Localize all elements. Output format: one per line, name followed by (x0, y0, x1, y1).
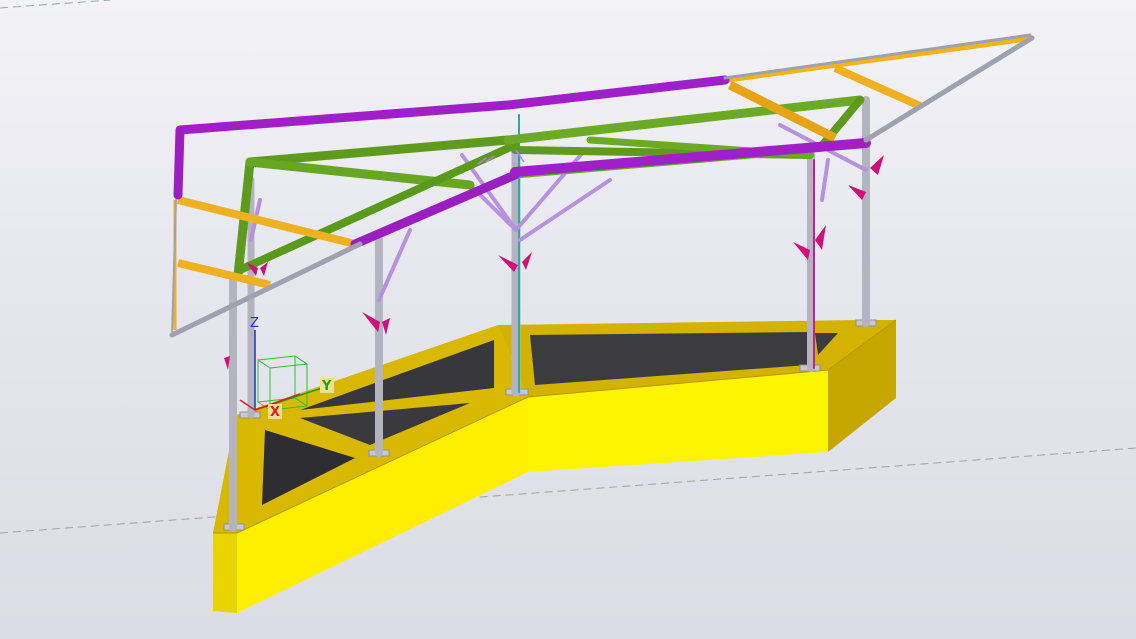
y-axis-label: Y (321, 379, 332, 394)
foundation-left-outer-face (213, 533, 237, 613)
purlin-left-upper[interactable] (177, 196, 356, 248)
model-viewport[interactable]: X Y Z (0, 0, 1136, 639)
brace[interactable] (377, 228, 412, 302)
roof-edge-left-drop[interactable] (174, 126, 184, 199)
bracket[interactable] (382, 318, 390, 335)
green-rafters[interactable] (233, 95, 865, 280)
concrete-foundation[interactable] (213, 319, 897, 613)
bracket[interactable] (815, 225, 826, 250)
x-axis-label: X (270, 405, 280, 420)
brace[interactable] (820, 158, 830, 202)
3d-scene[interactable]: X Y Z (0, 0, 1136, 639)
z-axis-label: Z (250, 316, 259, 331)
bracket[interactable] (522, 252, 532, 270)
grid-line-top (0, 0, 111, 9)
purlin-right-top[interactable] (724, 35, 1031, 83)
edge-beam-top-right[interactable] (723, 33, 1032, 80)
bracket[interactable] (870, 155, 884, 175)
